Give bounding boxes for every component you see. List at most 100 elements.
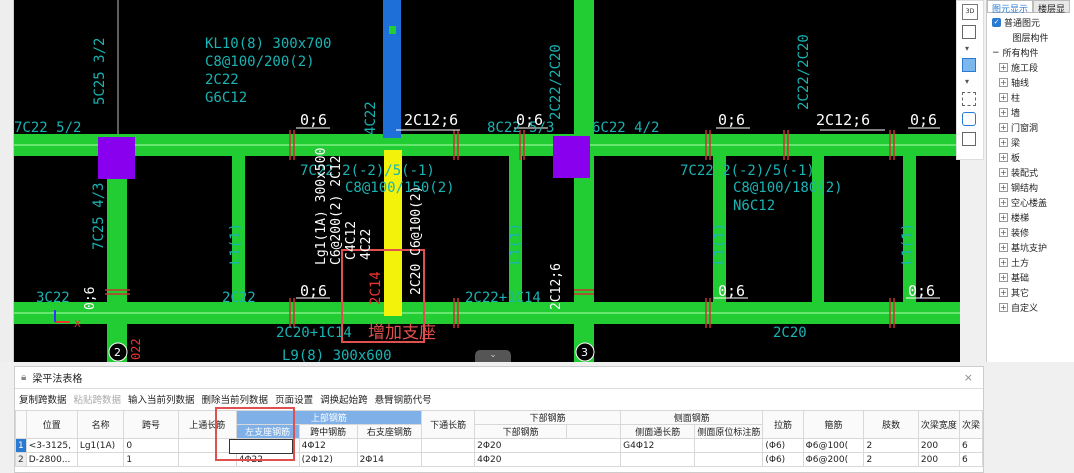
table-cell-sec-width[interactable]: 200 bbox=[917, 438, 960, 453]
col-header[interactable]: 箍筋 bbox=[802, 410, 865, 439]
table-row[interactable]: 2 D-2800... 1 4Φ22 (2Φ12) 2Φ14 4Φ20 (Φ6) Φ6@200(… bbox=[15, 452, 984, 467]
group-header-bottom[interactable]: 下部钢筋 bbox=[474, 410, 622, 425]
col-header[interactable]: 下通长筋 bbox=[421, 410, 476, 439]
table-cell-legs[interactable]: 2 bbox=[863, 452, 919, 467]
col-header[interactable]: 位置 bbox=[25, 410, 78, 439]
table-cell-idx[interactable]: 1 bbox=[15, 438, 27, 453]
delete-column-button[interactable]: 删除当前列数据 bbox=[202, 392, 269, 406]
tree-item[interactable]: + 装配式 bbox=[987, 165, 1074, 180]
chevron-down-icon[interactable]: ⌄ bbox=[475, 350, 511, 362]
tree-item[interactable]: + 空心楼盖 bbox=[987, 195, 1074, 210]
expand-plus-icon[interactable]: + bbox=[999, 168, 1008, 177]
expand-plus-icon[interactable]: + bbox=[999, 93, 1008, 102]
table-cell-right-support[interactable]: 2Φ14 bbox=[356, 452, 423, 467]
table-cell-bot-long[interactable] bbox=[421, 452, 476, 467]
cad-drawing[interactable]: KL10(8) 300x700 C8@100/200(2) 2C22 G6C12… bbox=[0, 0, 960, 362]
cell-editor-input[interactable] bbox=[229, 439, 293, 454]
expand-plus-icon[interactable]: + bbox=[999, 303, 1008, 312]
col-header[interactable]: 次梁宽度 bbox=[917, 410, 960, 439]
close-icon[interactable]: × bbox=[964, 371, 973, 384]
table-cell-mid[interactable]: 4Φ12 bbox=[298, 438, 358, 453]
tree-item[interactable]: + 楼梯 bbox=[987, 210, 1074, 225]
swap-start-span-button[interactable]: 调换起始跨 bbox=[320, 392, 368, 406]
lock-icon[interactable]: 🔒︎ bbox=[21, 372, 26, 383]
checkbox-icon[interactable]: ✓ bbox=[992, 18, 1001, 27]
rotate-icon[interactable] bbox=[962, 112, 976, 126]
tree-item[interactable]: + 门窗洞 bbox=[987, 120, 1074, 135]
table-cell-side-long[interactable] bbox=[620, 452, 696, 467]
table-cell-position[interactable]: <3-3125, bbox=[25, 438, 78, 453]
col-header[interactable]: 名称 bbox=[76, 410, 125, 439]
expand-plus-icon[interactable]: + bbox=[999, 213, 1008, 222]
3d-view-icon[interactable]: 3D bbox=[962, 4, 978, 20]
paste-span-button[interactable]: 粘贴跨数据 bbox=[74, 392, 122, 406]
expand-plus-icon[interactable]: + bbox=[999, 123, 1008, 132]
page-setup-button[interactable]: 页面设置 bbox=[275, 392, 313, 406]
tree-item[interactable]: + 自定义 bbox=[987, 300, 1074, 315]
cube-front-icon[interactable] bbox=[962, 58, 976, 72]
table-cell-mid[interactable]: (2Φ12) bbox=[298, 452, 358, 467]
tree-item[interactable]: + 板 bbox=[987, 150, 1074, 165]
table-cell-bot-rebar[interactable]: 2Φ20 bbox=[474, 438, 622, 453]
table-cell-bot-rebar[interactable]: 4Φ20 bbox=[474, 452, 622, 467]
input-column-button[interactable]: 输入当前列数据 bbox=[128, 392, 195, 406]
tree-item[interactable]: + 墙 bbox=[987, 105, 1074, 120]
layout-icon[interactable] bbox=[962, 132, 976, 146]
col-header[interactable]: 右支座钢筋 bbox=[356, 424, 423, 439]
table-cell-tie[interactable]: (Φ6) bbox=[762, 452, 804, 467]
table-cell-legs[interactable]: 2 bbox=[863, 438, 919, 453]
table-cell-sec-width[interactable]: 200 bbox=[917, 452, 960, 467]
expand-plus-icon[interactable]: + bbox=[999, 228, 1008, 237]
tab-floor-display[interactable]: 楼层显 bbox=[1033, 0, 1071, 15]
table-cell-right-support[interactable] bbox=[356, 438, 423, 453]
expand-plus-icon[interactable]: + bbox=[999, 63, 1008, 72]
chevron-down-icon[interactable]: ▾ bbox=[965, 77, 975, 86]
table-row[interactable]: 1 <3-3125, Lg1(1A) 0 4Φ12 2Φ20 G4Φ12 (Φ6) Φ6@100… bbox=[15, 438, 984, 453]
col-header[interactable]: 肢数 bbox=[863, 410, 919, 439]
copy-span-button[interactable]: 复制跨数据 bbox=[19, 392, 67, 406]
table-cell-side-orig[interactable] bbox=[694, 438, 764, 453]
tree-item[interactable]: + 柱 bbox=[987, 90, 1074, 105]
normal-element-toggle[interactable]: ✓ 普通图元 bbox=[987, 15, 1074, 30]
expand-plus-icon[interactable]: + bbox=[999, 78, 1008, 87]
table-cell-sec-more[interactable]: 6 bbox=[958, 438, 984, 453]
expand-plus-icon[interactable]: + bbox=[999, 153, 1008, 162]
tab-element-display[interactable]: 图元显示 bbox=[987, 0, 1034, 15]
table-cell-name[interactable] bbox=[76, 452, 125, 467]
col-header[interactable]: 侧面通长筋 bbox=[620, 424, 696, 439]
cantilever-code-button[interactable]: 悬臂钢筋代号 bbox=[375, 392, 432, 406]
minus-icon[interactable]: − bbox=[992, 48, 1000, 58]
expand-plus-icon[interactable]: + bbox=[999, 243, 1008, 252]
expand-plus-icon[interactable]: + bbox=[999, 108, 1008, 117]
expand-plus-icon[interactable]: + bbox=[999, 183, 1008, 192]
col-header[interactable]: 下部钢筋 bbox=[474, 424, 567, 439]
table-cell-span[interactable]: 1 bbox=[123, 452, 179, 467]
tree-item[interactable]: + 基坑支护 bbox=[987, 240, 1074, 255]
col-header[interactable]: 侧面原位标注筋 bbox=[694, 424, 764, 439]
table-cell-idx[interactable]: 2 bbox=[15, 452, 27, 467]
table-cell-position[interactable]: D-2800... bbox=[25, 452, 78, 467]
table-cell-tie[interactable]: (Φ6) bbox=[762, 438, 804, 453]
table-cell-stirrup[interactable]: Φ6@100( bbox=[802, 438, 865, 453]
col-header[interactable]: 拉筋 bbox=[762, 410, 804, 439]
group-header-side[interactable]: 侧面钢筋 bbox=[620, 410, 764, 425]
tree-item[interactable]: + 基础 bbox=[987, 270, 1074, 285]
fit-view-icon[interactable] bbox=[962, 92, 976, 106]
table-cell-name[interactable]: Lg1(1A) bbox=[76, 438, 125, 453]
table-cell-side-orig[interactable] bbox=[694, 452, 764, 467]
tree-item[interactable]: + 轴线 bbox=[987, 75, 1074, 90]
table-cell-sec-more[interactable]: 6 bbox=[958, 452, 984, 467]
tree-item[interactable]: + 其它 bbox=[987, 285, 1074, 300]
expand-plus-icon[interactable]: + bbox=[999, 288, 1008, 297]
table-cell-bot-long[interactable] bbox=[421, 438, 476, 453]
cube-icon[interactable] bbox=[962, 25, 976, 39]
tree-root[interactable]: − 所有构件 bbox=[987, 45, 1074, 60]
expand-plus-icon[interactable]: + bbox=[999, 258, 1008, 267]
table-cell-span[interactable]: 0 bbox=[123, 438, 179, 453]
tree-item[interactable]: + 土方 bbox=[987, 255, 1074, 270]
table-cell-side-long[interactable]: G4Φ12 bbox=[620, 438, 696, 453]
tree-item[interactable]: + 装修 bbox=[987, 225, 1074, 240]
col-header[interactable]: 次梁 bbox=[958, 410, 984, 439]
expand-plus-icon[interactable]: + bbox=[999, 198, 1008, 207]
tree-item[interactable]: + 施工段 bbox=[987, 60, 1074, 75]
